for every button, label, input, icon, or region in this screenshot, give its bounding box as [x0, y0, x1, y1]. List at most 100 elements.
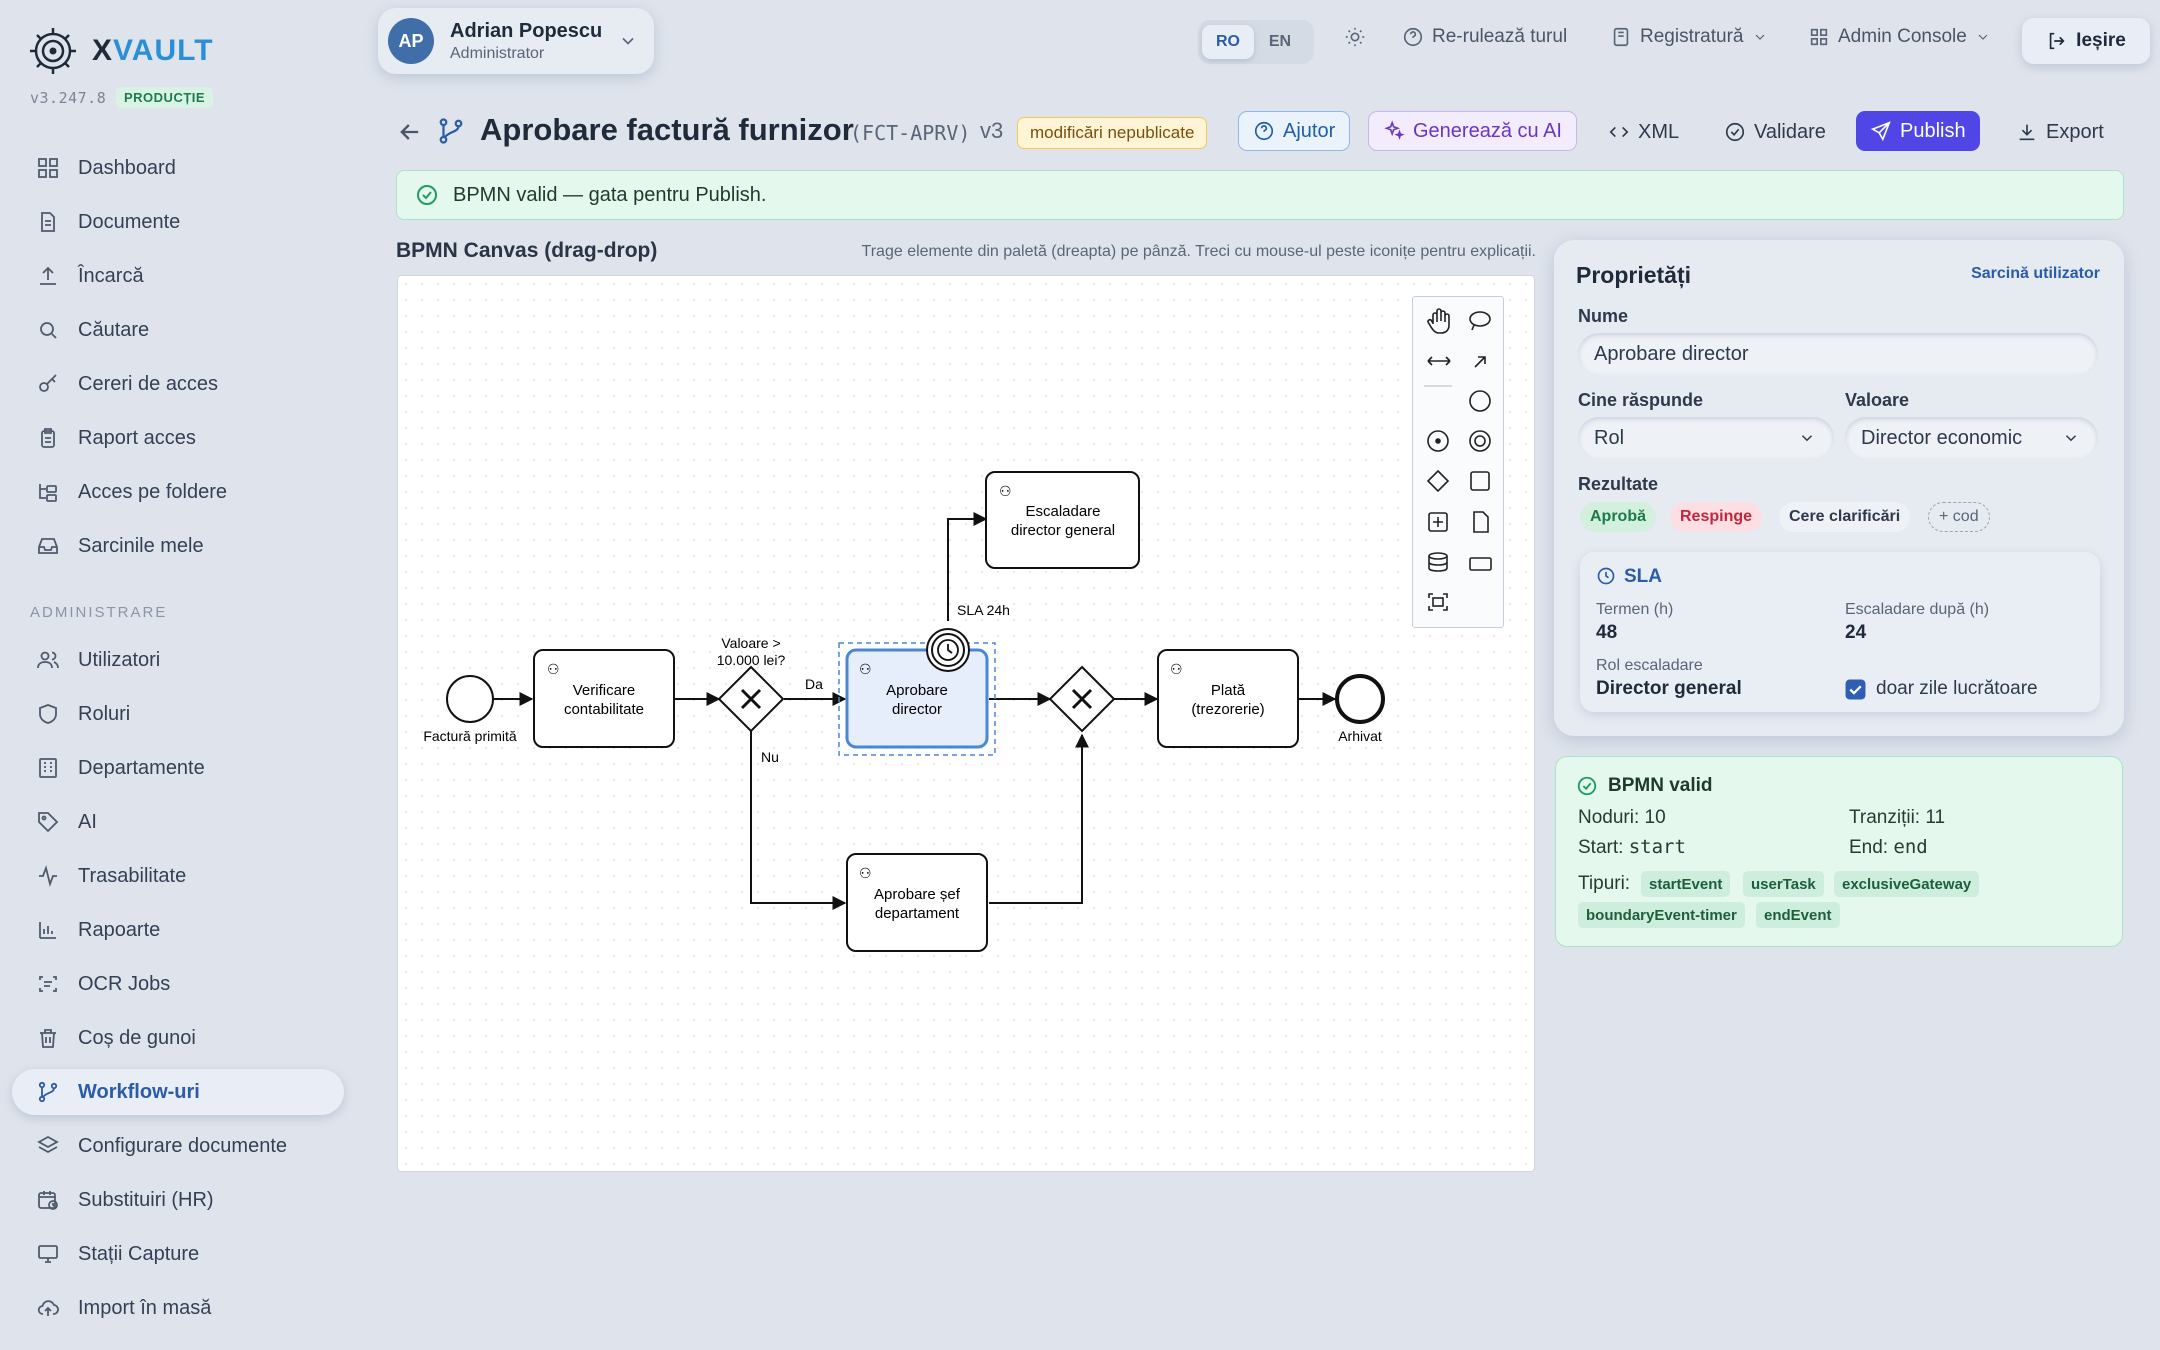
document-icon	[41, 212, 55, 232]
escalation-role-value[interactable]: Director general	[1596, 678, 1742, 700]
sidebar-item-workflow-uri[interactable]: Workflow-uri	[12, 1069, 344, 1115]
chevron-down-icon	[1755, 34, 1764, 40]
sidebar-item-import-în-masă[interactable]: Import în masă	[12, 1285, 344, 1331]
group-tool-icon[interactable]	[1428, 593, 1448, 611]
sidebar-item-label: Acces pe foldere	[78, 480, 227, 503]
timer-boundary-event[interactable]	[926, 628, 970, 672]
sidebar-item-coș-de-gunoi[interactable]: Coș de gunoi	[12, 1015, 344, 1061]
start-event-label: Factură primită	[423, 728, 517, 744]
intermediate-event-tool-icon[interactable]	[1427, 430, 1449, 452]
clipboard-icon	[41, 428, 55, 448]
sidebar-item-documente[interactable]: Documente	[12, 199, 344, 245]
trash-icon	[40, 1029, 56, 1048]
flow-dept-merge[interactable]	[989, 733, 1089, 904]
user-task-icon: ⚇	[547, 661, 560, 677]
search-icon	[40, 322, 57, 339]
connect-tool-icon[interactable]	[1474, 356, 1486, 368]
sidebar-item-stații-capture[interactable]: Stații Capture	[12, 1231, 344, 1277]
subprocess-tool-icon[interactable]	[1428, 512, 1448, 532]
lasso-tool-icon[interactable]	[1469, 311, 1491, 331]
escalation-label: Escaladare după (h)	[1845, 601, 1990, 618]
help-circle-icon	[1403, 27, 1423, 47]
task-tool-icon[interactable]	[1470, 471, 1490, 491]
sidebar-item-label: Trasabilitate	[78, 864, 187, 887]
send-icon	[1870, 121, 1891, 142]
sidebar-item-ocr-jobs[interactable]: OCR Jobs	[12, 961, 344, 1007]
add-result-code-button[interactable]: + cod	[1928, 502, 1990, 532]
sidebar-item-roluri[interactable]: Roluri	[12, 691, 344, 737]
exclusive-gateway-1[interactable]	[717, 665, 785, 733]
admin-console-label: Admin Console	[1838, 26, 1967, 47]
pool-tool-icon[interactable]	[1469, 557, 1492, 571]
start-event-tool-icon[interactable]	[1469, 390, 1491, 412]
user-task-icon: ⚇	[859, 661, 872, 677]
sidebar-item-cereri-de-acces[interactable]: Cereri de acces	[12, 361, 344, 407]
sidebar-item-rapoarte[interactable]: Rapoarte	[12, 907, 344, 953]
result-chip-clarify[interactable]: Cere clarificări	[1779, 502, 1911, 532]
user-task-icon: ⚇	[859, 865, 872, 881]
end-event-tool-icon[interactable]	[1469, 430, 1491, 452]
sidebar-item-căutare[interactable]: Căutare	[12, 307, 344, 353]
logout-button[interactable]: Ieșire	[2022, 18, 2150, 64]
sidebar-item-sarcinile-mele[interactable]: Sarcinile mele	[12, 523, 344, 569]
sidebar-item-acces-pe-foldere[interactable]: Acces pe foldere	[12, 469, 344, 515]
value-select[interactable]: Director economic	[1845, 417, 2098, 459]
sidebar-item-label: OCR Jobs	[78, 972, 171, 995]
value-label: Valoare	[1845, 390, 1910, 410]
space-tool-icon[interactable]	[1427, 356, 1451, 366]
sidebar-item-configurare-documente[interactable]: Configurare documente	[12, 1123, 344, 1169]
sidebar-item-trasabilitate[interactable]: Trasabilitate	[12, 853, 344, 899]
data-object-tool-icon[interactable]	[1473, 511, 1489, 533]
user-menu[interactable]: AP Adrian Popescu Administrator	[378, 8, 654, 74]
export-button[interactable]: Export	[2002, 111, 2118, 153]
publish-button[interactable]: Publish	[1856, 111, 1980, 151]
generate-ai-button[interactable]: Generează cu AI	[1368, 111, 1577, 151]
sidebar-item-substituiri-hr[interactable]: Substituiri (HR)	[12, 1177, 344, 1223]
exclusive-gateway-2[interactable]	[1048, 665, 1116, 733]
sidebar-item-label: Dashboard	[78, 156, 176, 179]
help-button[interactable]: Ajutor	[1238, 111, 1351, 151]
sidebar-item-ai[interactable]: AI	[12, 799, 344, 845]
sidebar-item-dashboard[interactable]: Dashboard	[12, 145, 344, 191]
lang-ro-button[interactable]: RO	[1202, 25, 1254, 59]
sidebar-item-departamente[interactable]: Departamente	[12, 745, 344, 791]
admin-console-menu[interactable]: Admin Console	[1808, 26, 1999, 48]
xml-button[interactable]: XML	[1594, 111, 1693, 153]
language-switcher: RO EN	[1198, 20, 1314, 64]
name-input[interactable]: Aprobare director	[1578, 333, 2098, 375]
who-select[interactable]: Rol	[1578, 417, 1834, 459]
back-arrow-icon[interactable]	[396, 118, 424, 146]
app-version: v3.247.8	[30, 89, 107, 107]
sidebar: XVAULT v3.247.8 PRODUCȚIE Dashboard Docum…	[0, 0, 360, 1350]
registry-menu[interactable]: Registratură	[1610, 26, 1776, 48]
clock-icon	[1597, 567, 1615, 585]
gateway-tool-icon[interactable]	[1426, 469, 1450, 493]
data-store-tool-icon[interactable]	[1428, 552, 1448, 572]
start-event[interactable]	[446, 675, 494, 723]
end-event[interactable]	[1335, 674, 1385, 724]
vault-logo-icon	[30, 28, 76, 74]
workflow-code: (FCT-APRV)	[850, 121, 971, 145]
sidebar-item-încarcă[interactable]: Încarcă	[12, 253, 344, 299]
sidebar-item-raport-acces[interactable]: Raport acces	[12, 415, 344, 461]
sidebar-item-label: Stații Capture	[78, 1242, 200, 1265]
validate-button[interactable]: Validare	[1710, 111, 1840, 153]
term-value[interactable]: 48	[1596, 622, 1617, 644]
escalation-value[interactable]: 24	[1845, 622, 1866, 644]
result-chip-reject[interactable]: Respinge	[1670, 502, 1763, 532]
theme-toggle-button[interactable]	[1344, 26, 1374, 48]
sidebar-item-utilizatori[interactable]: Utilizatori	[12, 637, 344, 683]
node-count: Noduri: 10	[1578, 807, 1666, 828]
hand-tool-icon[interactable]	[1427, 308, 1450, 334]
result-chip-approve[interactable]: Aprobă	[1580, 502, 1656, 532]
check-circle-icon	[1725, 122, 1745, 142]
help-circle-icon	[1254, 121, 1274, 141]
sparkles-icon	[1384, 120, 1405, 140]
brand-logo[interactable]: XVAULT	[28, 26, 214, 76]
code-icon	[1609, 126, 1629, 138]
tour-label: Re-rulează turul	[1432, 26, 1568, 47]
sidebar-item-label: Roluri	[78, 702, 131, 725]
tour-button[interactable]: Re-rulează turul	[1402, 26, 1567, 48]
lang-en-button[interactable]: EN	[1254, 25, 1306, 59]
workdays-checkbox[interactable]: doar zile lucrătoare	[1845, 678, 2038, 700]
